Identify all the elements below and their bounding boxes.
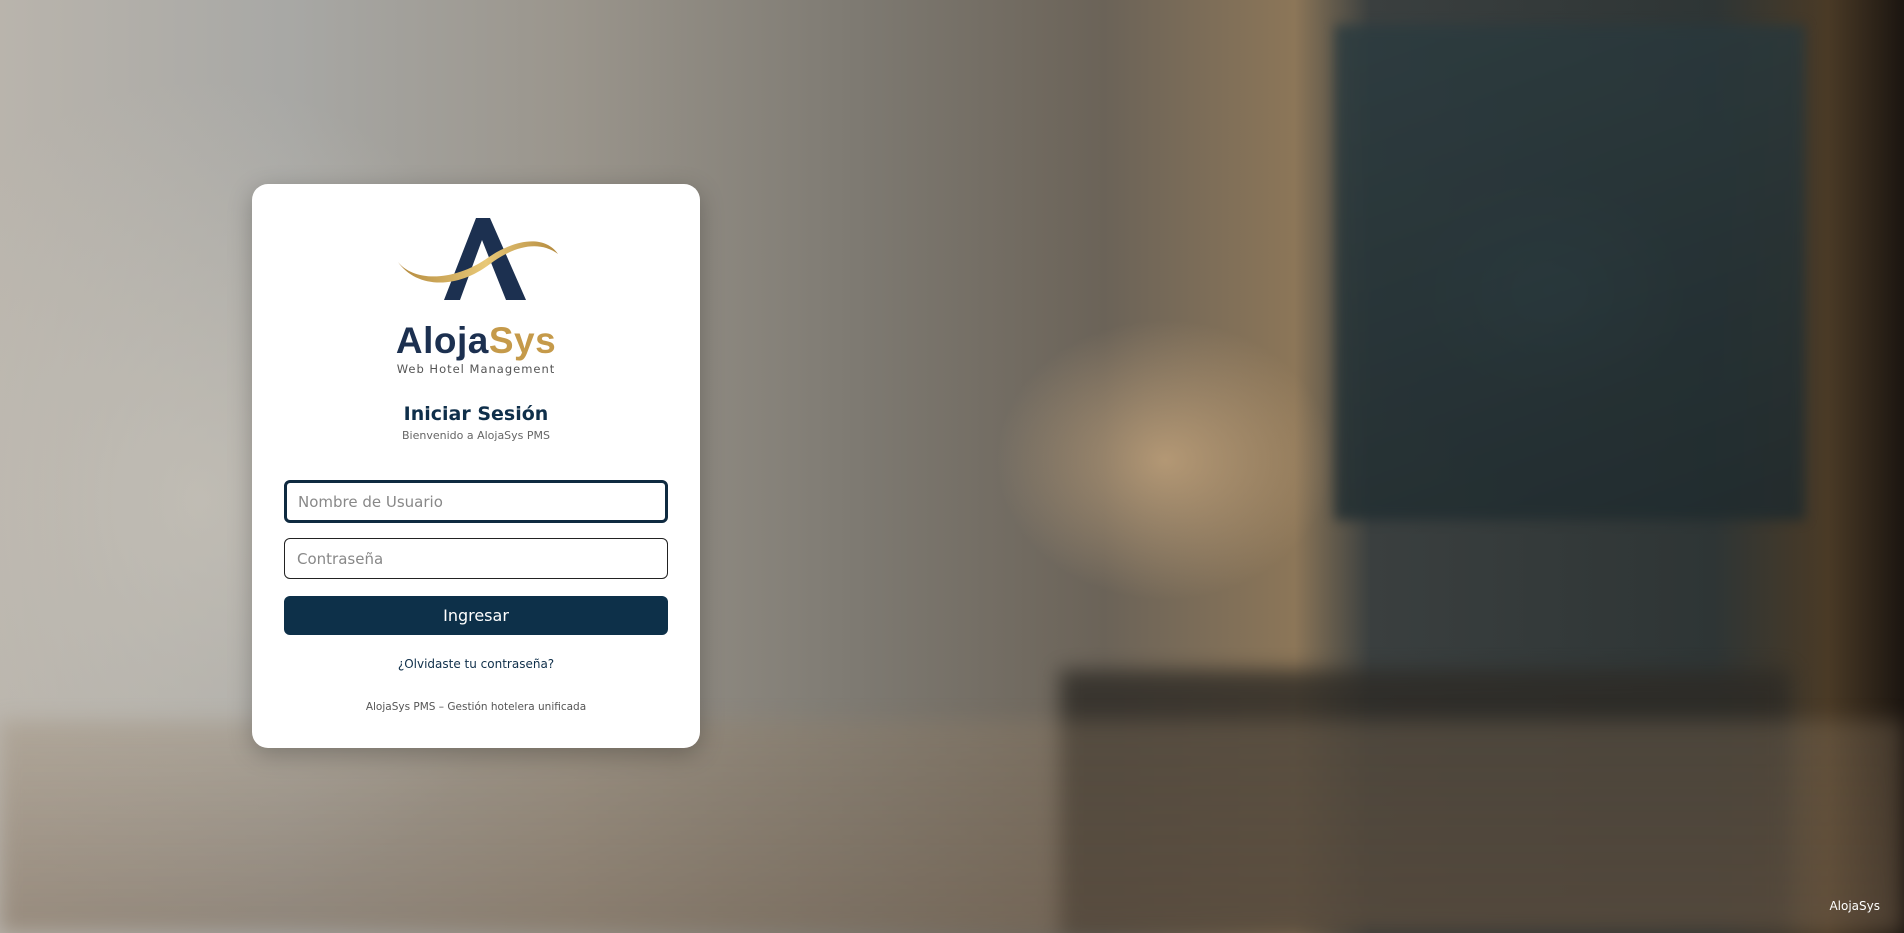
brand-name-part1: Aloja	[395, 320, 489, 361]
password-input[interactable]	[284, 538, 668, 579]
forgot-password-link[interactable]: ¿Olvidaste tu contraseña?	[252, 657, 700, 671]
username-input[interactable]	[284, 480, 668, 523]
card-footer: AlojaSys PMS – Gestión hotelera unificad…	[365, 701, 587, 713]
corner-brand-label: AlojaSys	[1829, 899, 1880, 913]
alojasys-logo-icon	[398, 218, 558, 300]
page-title: Iniciar Sesión	[403, 403, 549, 425]
login-card: AlojaSys Web Hotel Management Iniciar Se…	[252, 184, 700, 748]
page-subtitle: Bienvenido a AlojaSys PMS	[401, 429, 551, 442]
background-decor	[0, 720, 1904, 933]
background-decor	[1335, 25, 1805, 520]
brand-wordmark: AlojaSys	[252, 320, 700, 362]
brand-tagline: Web Hotel Management	[396, 362, 556, 376]
login-button[interactable]: Ingresar	[284, 596, 668, 635]
brand-name-part2: Sys	[488, 320, 557, 361]
